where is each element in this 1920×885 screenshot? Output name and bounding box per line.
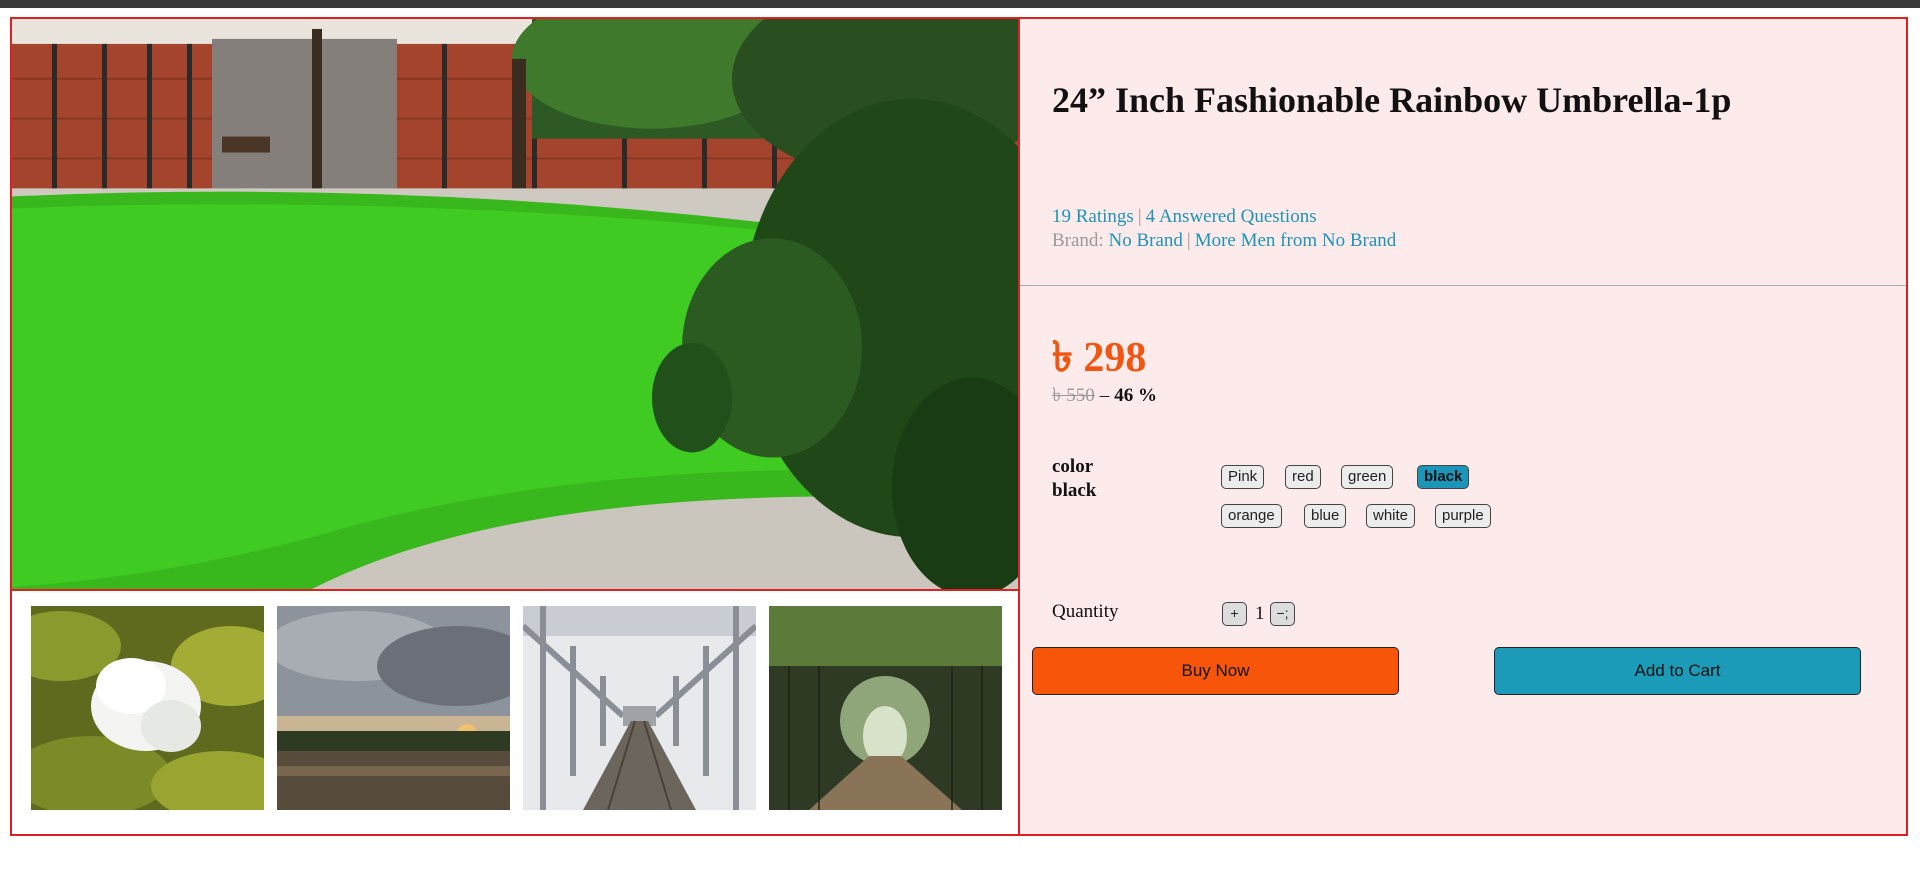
quantity-decrease-button[interactable]: −; — [1270, 602, 1295, 626]
separator: | — [1137, 206, 1142, 227]
thumbnail-white-flower[interactable] — [31, 606, 264, 810]
selected-color: black — [1052, 480, 1097, 501]
product-detail: 24” Inch Fashionable Rainbow Umbrella-1p… — [10, 17, 1908, 836]
main-product-image[interactable] — [12, 19, 1018, 591]
color-option-white[interactable]: white — [1366, 504, 1416, 528]
color-option-orange[interactable]: orange — [1221, 504, 1282, 528]
quantity-increase-button[interactable]: + — [1222, 602, 1247, 626]
quantity-label: Quantity — [1052, 601, 1119, 622]
color-option-red[interactable]: red — [1285, 465, 1321, 489]
price-separator: – — [1099, 385, 1110, 406]
thumbnail-railway-bridge[interactable] — [523, 606, 756, 810]
color-option-blue[interactable]: blue — [1304, 504, 1347, 528]
answered-questions-link[interactable]: 4 Answered Questions — [1146, 206, 1317, 227]
color-option-purple[interactable]: purple — [1435, 504, 1491, 528]
buy-now-button[interactable]: Buy Now — [1032, 647, 1399, 695]
more-from-brand-link[interactable]: More Men from No Brand — [1195, 230, 1397, 251]
separator: | — [1186, 230, 1191, 251]
color-label: color — [1052, 456, 1094, 477]
thumbnail-garden-tunnel[interactable] — [769, 606, 1002, 810]
color-option-pink[interactable]: Pink — [1221, 465, 1265, 489]
product-info-panel: 24” Inch Fashionable Rainbow Umbrella-1p… — [1020, 19, 1906, 834]
product-gallery — [12, 19, 1020, 834]
brand-link[interactable]: No Brand — [1108, 230, 1182, 251]
color-option-green[interactable]: green — [1341, 465, 1394, 489]
original-price: ৳ 550 — [1052, 385, 1095, 406]
quantity-value: 1 — [1255, 603, 1265, 624]
thumbnail-river-sunset[interactable] — [277, 606, 510, 810]
discount-percent: 46 % — [1114, 385, 1157, 406]
browser-top-bar — [0, 0, 1920, 8]
ratings-row: 19 Ratings | 4 Answered Questions — [1052, 205, 1396, 229]
brand-label: Brand: — [1052, 230, 1104, 251]
brand-row: Brand: No Brand | More Men from No Brand — [1052, 229, 1396, 253]
ratings-link[interactable]: 19 Ratings — [1052, 206, 1134, 227]
product-meta: 19 Ratings | 4 Answered Questions Brand: N… — [1052, 205, 1396, 253]
add-to-cart-button[interactable]: Add to Cart — [1494, 647, 1861, 695]
price-discount-row: ৳ 550–46 % — [1052, 381, 1157, 413]
section-divider — [1020, 285, 1906, 286]
color-option-black[interactable]: black — [1417, 465, 1470, 489]
variation-label: color black — [1052, 455, 1096, 503]
product-title: 24” Inch Fashionable Rainbow Umbrella-1p — [1052, 80, 1732, 120]
